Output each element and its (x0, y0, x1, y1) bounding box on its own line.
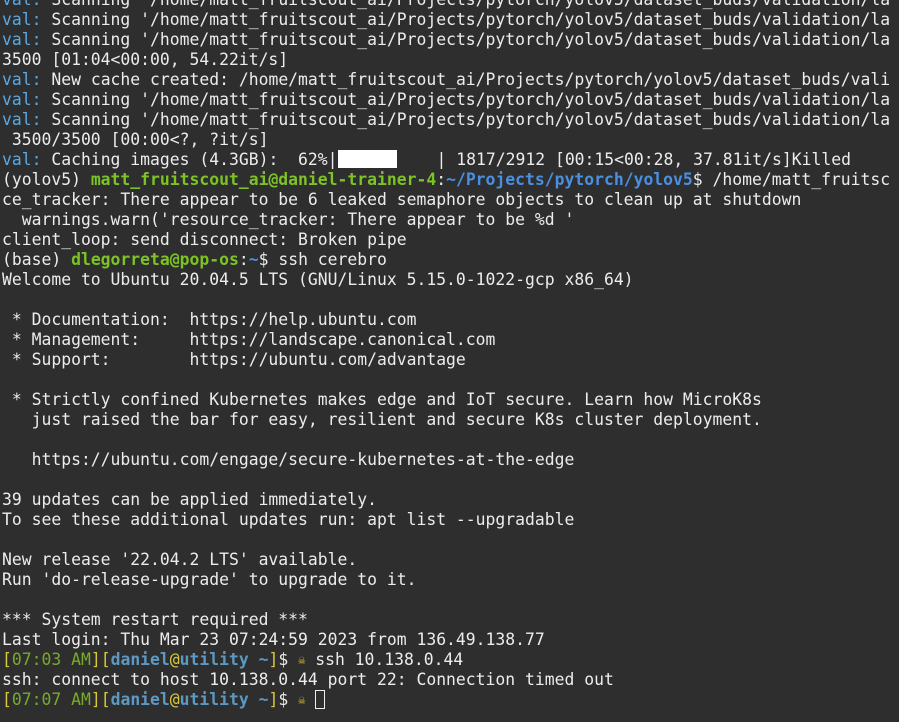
prompt-user: daniel (110, 650, 170, 669)
prompt-bracket: ] (268, 690, 279, 709)
prompt-time: 07:03 AM (11, 650, 91, 669)
terminal-line: 39 updates can be applied immediately. (2, 490, 377, 510)
line-text: https://ubuntu.com/engage/secure-kuberne… (2, 450, 575, 469)
prompt-colon: : (436, 170, 447, 189)
terminal-line: val: Scanning '/home/matt_fruitscout_ai/… (2, 0, 890, 10)
command-text: ssh 10.138.0.44 (305, 650, 464, 669)
user-host: matt_fruitscout_ai@daniel-trainer-4 (90, 170, 437, 189)
working-directory: ~/Projects/pytorch/yolov5 (446, 170, 693, 189)
command-text: $ ssh cerebro (258, 250, 387, 269)
terminal-line: New release '22.04.2 LTS' available. (2, 550, 357, 570)
prompt-dollar: $ (278, 690, 299, 709)
val-prefix: val: (2, 10, 42, 29)
terminal-line: * Documentation: https://help.ubuntu.com (2, 310, 417, 330)
terminal-line: val: New cache created: /home/matt_fruit… (2, 70, 890, 90)
terminal-line: * Management: https://landscape.canonica… (2, 330, 496, 350)
prompt-line: (yolov5) matt_fruitscout_ai@daniel-train… (2, 170, 890, 190)
val-prefix: val: (2, 150, 42, 169)
line-text: New cache created: /home/matt_fruitscout… (41, 70, 891, 89)
terminal-line: Last login: Thu Mar 23 07:24:59 2023 fro… (2, 630, 545, 650)
val-prefix: val: (2, 30, 42, 49)
progress-bar-empty (397, 150, 437, 168)
terminal-line: warnings.warn('resource_tracker: There a… (2, 210, 575, 230)
line-text: Scanning '/home/matt_fruitscout_ai/Proje… (41, 110, 891, 129)
line-text: * Documentation: https://help.ubuntu.com (2, 310, 417, 329)
conda-env: (yolov5) (2, 170, 91, 189)
prompt-bracket: ] (90, 650, 101, 669)
prompt-bracket: ] (90, 690, 101, 709)
line-text: * Management: https://landscape.canonica… (2, 330, 496, 349)
prompt-line: (base) dlegorreta@pop-os:~$ ssh cerebro (2, 250, 387, 270)
val-prefix: val: (2, 70, 42, 89)
line-text: Welcome to Ubuntu 20.04.5 LTS (GNU/Linux… (2, 270, 634, 289)
prompt-time: 07:07 AM (11, 690, 91, 709)
line-text: | 1817/2912 [00:15<00:28, 37.81it/s]Kill… (436, 150, 851, 169)
terminal-line: *** System restart required *** (2, 610, 308, 630)
line-text: warnings.warn('resource_tracker: There a… (2, 210, 575, 229)
terminal-line: * Strictly confined Kubernetes makes edg… (2, 390, 762, 410)
line-text: ssh: connect to host 10.138.0.44 port 22… (2, 670, 614, 689)
line-text: New release '22.04.2 LTS' available. (2, 550, 358, 569)
line-text: Scanning '/home/matt_fruitscout_ai/Proje… (41, 10, 891, 29)
terminal-cursor[interactable] (315, 690, 326, 709)
line-text: Run 'do-release-upgrade' to upgrade to i… (2, 570, 417, 589)
line-text: Caching images (4.3GB): 62%| (41, 150, 338, 169)
line-text: Last login: Thu Mar 23 07:24:59 2023 fro… (2, 630, 545, 649)
terminal-line: https://ubuntu.com/engage/secure-kuberne… (2, 450, 575, 470)
prompt-at: @ (169, 690, 180, 709)
prompt-colon: : (238, 250, 249, 269)
val-prefix: val: (2, 0, 41, 9)
line-text: * Strictly confined Kubernetes makes edg… (2, 390, 762, 409)
line-text: 3500/3500 [00:00<?, ?it/s] (2, 130, 269, 149)
terminal-line: val: Scanning '/home/matt_fruitscout_ai/… (2, 10, 890, 30)
prompt-bracket: [ (100, 650, 111, 669)
terminal-line: val: Caching images (4.3GB): 62%| | 1817/… (2, 150, 851, 170)
conda-env: (base) (2, 250, 72, 269)
line-text: just raised the bar for easy, resilient … (2, 410, 762, 429)
user-host: dlegorreta@pop-os (71, 250, 239, 269)
line-text: Scanning '/home/matt_fruitscout_ai/Proje… (41, 30, 891, 49)
line-text: *** System restart required *** (2, 610, 308, 629)
line-text: Scanning '/home/matt_fruitscout_ai/Proje… (41, 90, 891, 109)
prompt-line: [07:07 AM][daniel@utility ~]$ ☠ (2, 690, 326, 710)
terminal-line: * Support: https://ubuntu.com/advantage (2, 350, 466, 370)
terminal-line: val: Scanning '/home/matt_fruitscout_ai/… (2, 90, 890, 110)
line-text: To see these additional updates run: apt… (2, 510, 575, 529)
terminal-window[interactable]: val: Scanning '/home/matt_fruitscout_ai/… (0, 0, 899, 722)
terminal-line: Welcome to Ubuntu 20.04.5 LTS (GNU/Linux… (2, 270, 634, 290)
terminal-line: val: Scanning '/home/matt_fruitscout_ai/… (2, 30, 890, 50)
prompt-host: utility ~ (179, 650, 269, 669)
prompt-user: daniel (110, 690, 170, 709)
terminal-line: 3500/3500 [00:00<?, ?it/s] (2, 130, 269, 150)
line-text: Scanning '/home/matt_fruitscout_ai/Proje… (41, 0, 890, 9)
prompt-bracket: ] (268, 650, 279, 669)
terminal-line: To see these additional updates run: apt… (2, 510, 574, 530)
working-directory: ~ (248, 250, 259, 269)
terminal-line: Run 'do-release-upgrade' to upgrade to i… (2, 570, 416, 590)
prompt-at: @ (169, 650, 180, 669)
line-text: * Support: https://ubuntu.com/advantage (2, 350, 466, 369)
prompt-bracket: [ (100, 690, 111, 709)
command-text (305, 690, 315, 709)
prompt-line: [07:03 AM][daniel@utility ~]$ ☠ ssh 10.1… (2, 650, 463, 670)
terminal-line: ce_tracker: There appear to be 6 leaked … (2, 190, 801, 210)
prompt-bracket: [ (2, 690, 12, 709)
terminal-line: client_loop: send disconnect: Broken pip… (2, 230, 407, 250)
terminal-line: just raised the bar for easy, resilient … (2, 410, 762, 430)
terminal-line: val: Scanning '/home/matt_fruitscout_ai/… (2, 110, 890, 130)
line-text: 3500 [01:04<00:00, 54.22it/s] (2, 50, 289, 69)
line-text: 39 updates can be applied immediately. (2, 490, 377, 509)
command-text: $ /home/matt_fruitsc (692, 170, 891, 189)
terminal-line: 3500 [01:04<00:00, 54.22it/s] (2, 50, 288, 70)
prompt-host: utility ~ (179, 690, 269, 709)
terminal-line: ssh: connect to host 10.138.0.44 port 22… (2, 670, 614, 690)
val-prefix: val: (2, 90, 42, 109)
progress-bar-fill (337, 150, 397, 168)
prompt-dollar: $ (278, 650, 299, 669)
prompt-bracket: [ (2, 650, 12, 669)
val-prefix: val: (2, 110, 42, 129)
line-text: client_loop: send disconnect: Broken pip… (2, 230, 407, 249)
line-text: ce_tracker: There appear to be 6 leaked … (2, 190, 802, 209)
